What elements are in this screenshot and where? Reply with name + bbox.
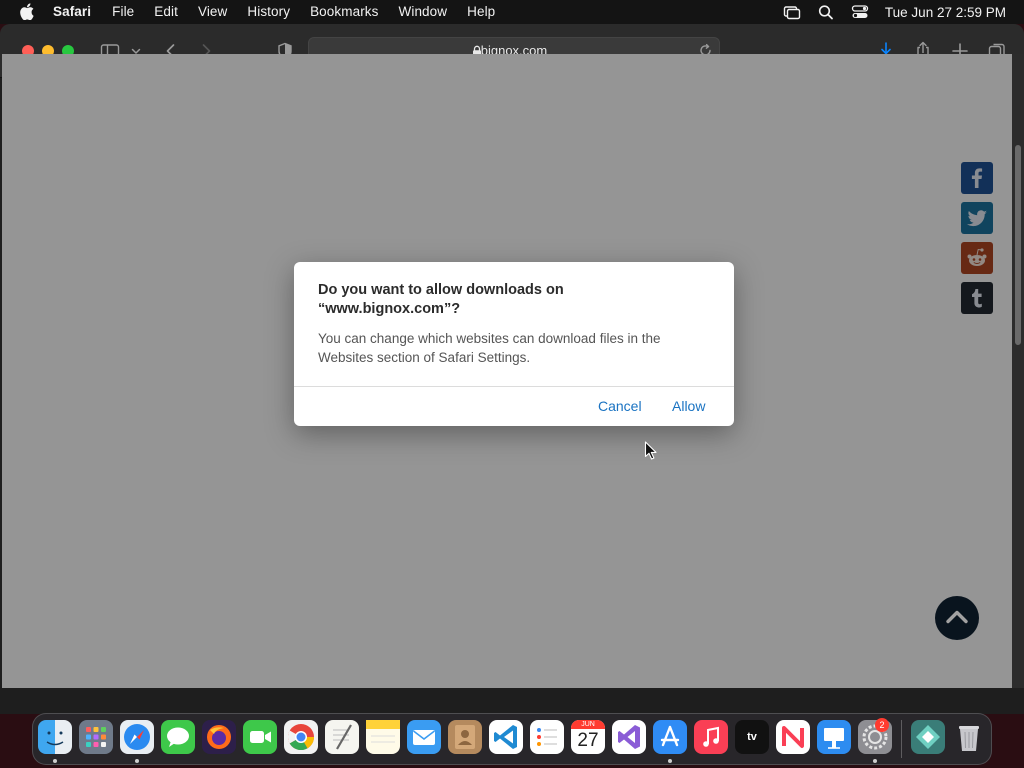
menu-bookmarks[interactable]: Bookmarks xyxy=(310,4,378,19)
mail-icon[interactable] xyxy=(407,720,441,754)
settings-badge: 2 xyxy=(875,718,889,732)
firefox-icon[interactable] xyxy=(202,720,236,754)
apple-menu-icon[interactable] xyxy=(20,3,34,20)
dialog-message: You can change which websites can downlo… xyxy=(318,331,661,365)
screen-mirroring-icon[interactable] xyxy=(783,4,801,20)
contacts-icon[interactable] xyxy=(448,720,482,754)
menu-app-name[interactable]: Safari xyxy=(53,4,91,19)
tv-label: tv xyxy=(747,731,757,743)
safari-running-indicator xyxy=(135,759,139,763)
dialog-divider xyxy=(294,386,734,387)
dock-separator xyxy=(901,720,902,758)
cancel-button[interactable]: Cancel xyxy=(598,398,642,414)
dialog-title: Do you want to allow downloads on “www.b… xyxy=(318,282,564,317)
messages-icon[interactable] xyxy=(161,720,195,754)
dock: JUN 27 tv 2 xyxy=(32,713,992,765)
spotlight-search-icon[interactable] xyxy=(817,4,835,20)
news-icon[interactable] xyxy=(776,720,810,754)
menu-view[interactable]: View xyxy=(198,4,227,19)
menu-window[interactable]: Window xyxy=(399,4,448,19)
mouse-pointer-icon xyxy=(644,441,657,460)
app-store-icon[interactable] xyxy=(653,720,687,754)
menu-edit[interactable]: Edit xyxy=(154,4,178,19)
menu-history[interactable]: History xyxy=(247,4,290,19)
reminders-icon[interactable] xyxy=(530,720,564,754)
visual-studio-code-icon[interactable] xyxy=(489,720,523,754)
app-store-running-indicator xyxy=(668,759,672,763)
chrome-icon[interactable] xyxy=(284,720,318,754)
music-icon[interactable] xyxy=(694,720,728,754)
facetime-icon[interactable] xyxy=(243,720,277,754)
visual-studio-icon[interactable] xyxy=(612,720,646,754)
settings-running-indicator xyxy=(873,759,877,763)
allow-button[interactable]: Allow xyxy=(672,398,705,414)
finder-icon[interactable] xyxy=(38,720,72,754)
control-center-icon[interactable] xyxy=(851,4,869,20)
calendar-icon[interactable]: JUN 27 xyxy=(571,720,605,754)
script-editor-icon[interactable] xyxy=(325,720,359,754)
menu-bar: Safari File Edit View History Bookmarks … xyxy=(0,0,1024,24)
scrollbar-thumb[interactable] xyxy=(1015,145,1021,345)
menu-help[interactable]: Help xyxy=(467,4,495,19)
notes-icon[interactable] xyxy=(366,720,400,754)
calendar-month: JUN xyxy=(571,720,605,729)
apple-tv-icon[interactable]: tv xyxy=(735,720,769,754)
trash-icon[interactable] xyxy=(952,720,986,754)
noxplayer-icon[interactable] xyxy=(911,720,945,754)
launchpad-icon[interactable] xyxy=(79,720,113,754)
calendar-day: 27 xyxy=(577,730,599,751)
finder-running-indicator xyxy=(53,759,57,763)
keynote-icon[interactable] xyxy=(817,720,851,754)
menu-file[interactable]: File xyxy=(112,4,134,19)
download-permission-dialog: Do you want to allow downloads on “www.b… xyxy=(294,262,734,426)
safari-icon[interactable] xyxy=(120,720,154,754)
menubar-clock[interactable]: Tue Jun 27 2:59 PM xyxy=(885,5,1006,20)
